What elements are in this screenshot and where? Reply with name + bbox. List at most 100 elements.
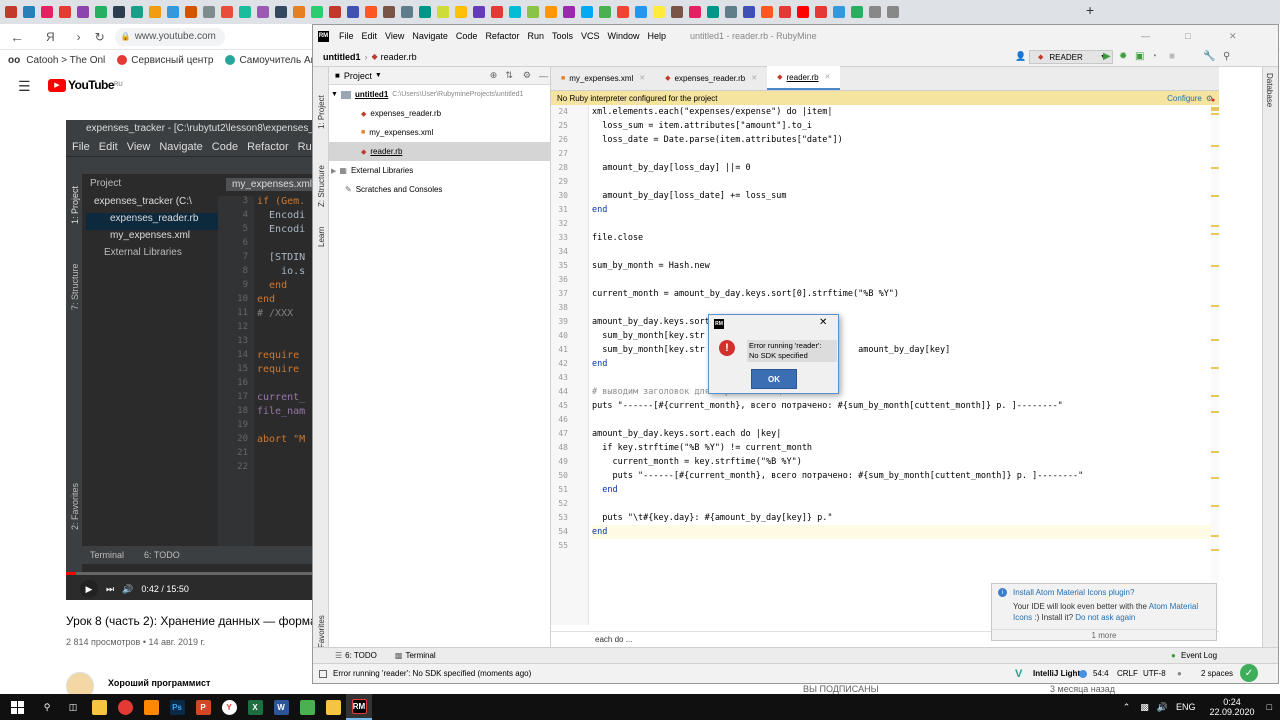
browser-tab-favicon[interactable] <box>95 6 107 18</box>
bookmark-2[interactable]: Сервисный центр <box>131 55 213 66</box>
warning-marker[interactable] <box>1211 477 1219 479</box>
tool-learn[interactable]: Learn <box>317 227 326 247</box>
dialog-close-icon[interactable]: ✕ <box>819 317 827 328</box>
browser-tab-favicon[interactable] <box>311 6 323 18</box>
tool-event-log[interactable]: Event Log <box>1181 651 1217 660</box>
browser-tab-favicon[interactable] <box>851 6 863 18</box>
minimize-icon[interactable]: — <box>1141 31 1150 41</box>
tree-row[interactable]: ◆ expenses_reader.rb <box>329 104 550 123</box>
code-line[interactable]: current_month = amount_by_day.keys.sort[… <box>592 287 899 301</box>
subscribed-label[interactable]: ВЫ ПОДПИСАНЫ <box>803 684 879 694</box>
browser-tab-favicon[interactable] <box>383 6 395 18</box>
tray-arrow-icon[interactable]: ⌃ <box>1123 702 1131 713</box>
browser-tab-favicon[interactable] <box>41 6 53 18</box>
browser-tab-favicon[interactable] <box>365 6 377 18</box>
hide-icon[interactable]: — <box>539 71 548 81</box>
browser-tab-favicon[interactable] <box>293 6 305 18</box>
task-view-icon[interactable]: ◫ <box>60 694 86 720</box>
code-line[interactable]: amount_by_day.keys.sort <box>592 315 710 329</box>
expand-icon[interactable]: ▼ <box>331 91 338 98</box>
browser-tab-favicon[interactable] <box>131 6 143 18</box>
browser-tab-favicon[interactable] <box>869 6 881 18</box>
status-message[interactable]: Error running 'reader': No SDK specified… <box>333 669 531 678</box>
tree-row[interactable]: ✎ Scratches and Consoles <box>329 180 550 199</box>
menu-item-code[interactable]: Code <box>456 31 478 41</box>
browser-tab-favicon[interactable] <box>59 6 71 18</box>
project-view-select[interactable]: Project <box>344 71 372 81</box>
code-line[interactable]: current_month = key.strftime("%B %Y") <box>592 455 801 469</box>
browser-tab-favicon[interactable] <box>617 6 629 18</box>
rubymine-taskbar-icon[interactable]: RM <box>346 694 372 720</box>
browser-tab-favicon[interactable] <box>401 6 413 18</box>
tree-row[interactable]: ■ my_expenses.xml <box>329 123 550 142</box>
browser-tab-favicon[interactable] <box>203 6 215 18</box>
code-line[interactable]: end <box>592 203 607 217</box>
ok-button[interactable]: OK <box>751 369 797 389</box>
photoshop-icon[interactable]: Ps <box>164 694 190 720</box>
settings-icon[interactable]: 🔧 <box>1203 51 1215 62</box>
tool-project[interactable]: 1: Project <box>317 95 326 129</box>
user-icon[interactable]: 👤 <box>1015 51 1026 62</box>
code-line[interactable]: end <box>592 525 607 539</box>
caret-position[interactable]: 54:4 <box>1093 669 1109 678</box>
browser-tab-favicon[interactable] <box>149 6 161 18</box>
menu-item-tools[interactable]: Tools <box>552 31 573 41</box>
next-icon[interactable]: ⏭ <box>106 584 114 595</box>
code-line[interactable]: amount_by_day[loss_day] ||= 0 <box>592 161 750 175</box>
browser-tab-favicon[interactable] <box>887 6 899 18</box>
warning-marker[interactable] <box>1211 367 1219 369</box>
hamburger-icon[interactable]: ☰ <box>18 78 31 95</box>
browser-tab-favicon[interactable] <box>473 6 485 18</box>
warning-marker[interactable] <box>1211 195 1219 197</box>
tool-structure[interactable]: Z: Structure <box>317 165 326 207</box>
warning-marker[interactable] <box>1211 167 1219 169</box>
browser-tab-favicon[interactable] <box>257 6 269 18</box>
maximize-icon[interactable]: □ <box>1185 31 1190 41</box>
volume-icon[interactable]: 🔊 <box>1157 702 1168 713</box>
tool-todo[interactable]: 6: TODO <box>345 651 377 660</box>
run-config-select[interactable]: ◆ READER ▼ <box>1029 50 1113 64</box>
tree-row[interactable]: ◆ reader.rb <box>329 142 550 161</box>
line-separator[interactable]: CRLF <box>1117 669 1138 678</box>
tab-my-expenses-xml[interactable]: ■ my_expenses.xml ✕ <box>551 66 655 90</box>
back-icon[interactable]: ← <box>10 29 24 45</box>
file-explorer-icon[interactable] <box>86 694 112 720</box>
close-window-icon[interactable]: ✕ <box>1229 31 1237 42</box>
warning-marker[interactable] <box>1211 411 1219 413</box>
code-line[interactable]: file.close <box>592 231 643 245</box>
windows-start-icon[interactable] <box>0 694 34 720</box>
browser-tab-favicon[interactable] <box>815 6 827 18</box>
explorer-icon[interactable] <box>320 694 346 720</box>
browser-tab-favicon[interactable] <box>707 6 719 18</box>
menu-item-file[interactable]: File <box>339 31 354 41</box>
warning-marker[interactable] <box>1211 451 1219 453</box>
tool-database[interactable]: Database <box>1265 73 1274 107</box>
browser-tab-favicon[interactable] <box>653 6 665 18</box>
tab-reader-rb[interactable]: ◆ reader.rb ✕ <box>767 66 841 90</box>
warning-marker[interactable] <box>1211 395 1219 397</box>
youtube-logo[interactable]: ▶ YouTube RU <box>48 78 123 92</box>
lock-icon[interactable]: ● <box>1177 669 1182 678</box>
chevron-down-icon[interactable]: ▼ <box>375 72 382 79</box>
configure-link[interactable]: Configure <box>1167 94 1202 103</box>
code-line[interactable]: puts "------[#{current_month}, всего пот… <box>592 469 1083 483</box>
browser-tab-favicon[interactable] <box>509 6 521 18</box>
browser-tab-favicon[interactable] <box>725 6 737 18</box>
video-player[interactable]: expenses_tracker - [C:\rubytut2\lesson8\… <box>66 120 314 600</box>
volume-icon[interactable]: 🔊 <box>122 584 133 595</box>
browser-tab-favicon[interactable] <box>581 6 593 18</box>
menu-item-refactor[interactable]: Refactor <box>485 31 519 41</box>
coverage-icon[interactable]: ▣ <box>1135 51 1144 62</box>
do-not-ask-link[interactable]: Do not ask again <box>1075 613 1135 622</box>
browser-tab-favicon[interactable] <box>221 6 233 18</box>
browser-tab-favicon[interactable] <box>491 6 503 18</box>
browser-tab-favicon[interactable] <box>545 6 557 18</box>
yandex-icon[interactable]: Я <box>46 30 55 44</box>
debug-icon[interactable]: ✹ <box>1119 51 1127 62</box>
warning-marker[interactable] <box>1211 535 1219 537</box>
code-line[interactable]: loss_sum = item.attributes["amount"].to_… <box>592 119 812 133</box>
clock[interactable]: 0:24 22.09.2020 <box>1210 697 1255 717</box>
code-line[interactable]: amount_by_day.keys.sort.each do |key| <box>592 427 781 441</box>
notifications-icon[interactable]: □ <box>1267 702 1272 712</box>
browser-tab-favicon[interactable] <box>329 6 341 18</box>
